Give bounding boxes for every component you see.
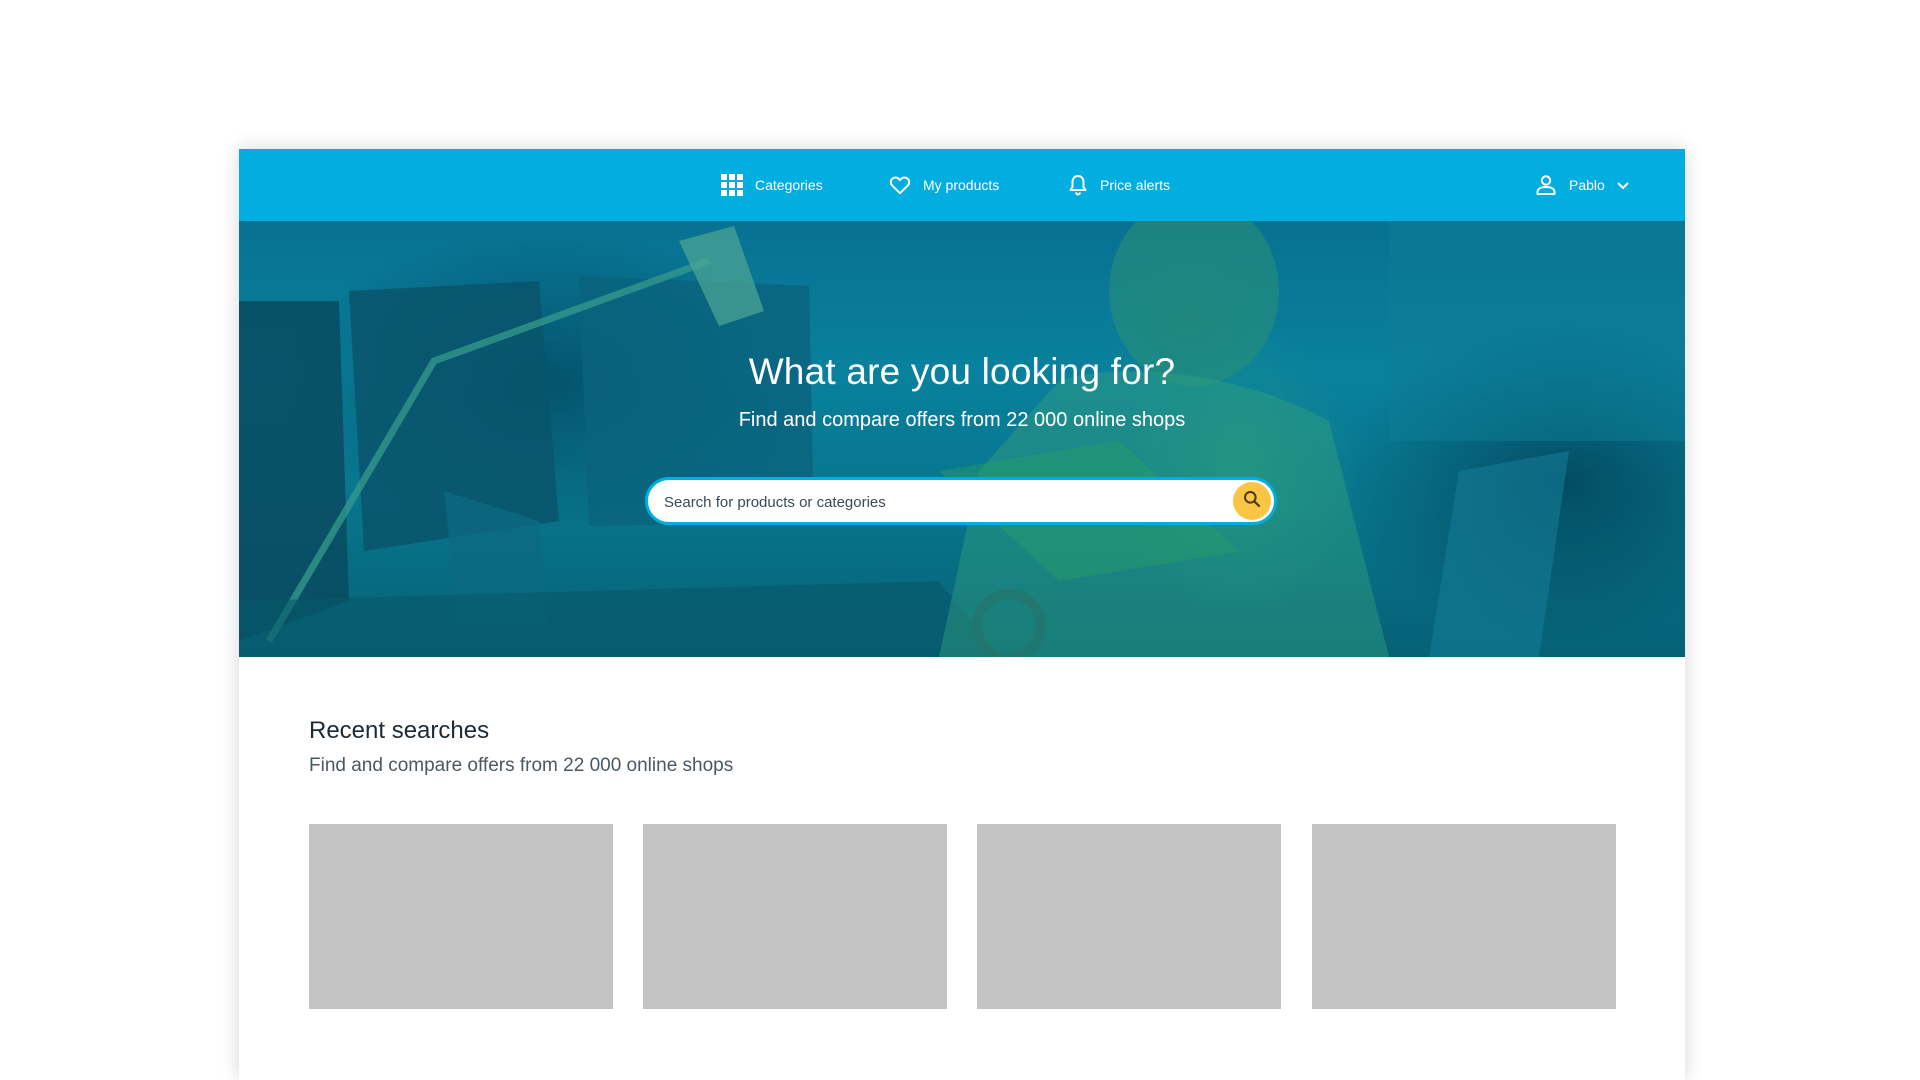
user-name: Pablo bbox=[1569, 177, 1605, 193]
recent-searches-title: Recent searches bbox=[309, 717, 490, 744]
search-icon bbox=[1243, 490, 1261, 513]
top-navbar: Categories My products Price alerts Pabl… bbox=[239, 149, 1685, 221]
hero-title: What are you looking for? bbox=[748, 351, 1176, 392]
recent-search-card[interactable] bbox=[977, 824, 1281, 1009]
user-menu[interactable]: Pablo bbox=[1535, 149, 1629, 221]
search-button[interactable] bbox=[1233, 482, 1271, 520]
nav-my-products-label: My products bbox=[923, 177, 1000, 193]
recent-search-card[interactable] bbox=[1312, 824, 1616, 1009]
heart-icon bbox=[889, 175, 911, 195]
bell-icon bbox=[1068, 174, 1088, 196]
nav-my-products[interactable]: My products bbox=[889, 149, 999, 221]
nav-price-alerts[interactable]: Price alerts bbox=[1068, 149, 1170, 221]
nav-categories[interactable]: Categories bbox=[721, 149, 823, 221]
hero-banner: What are you looking for? Find and compa… bbox=[239, 221, 1685, 657]
recent-searches-subtitle: Find and compare offers from 22 000 onli… bbox=[309, 755, 734, 776]
hero-subtitle: Find and compare offers from 22 000 onli… bbox=[738, 409, 1186, 431]
chevron-down-icon[interactable] bbox=[1617, 177, 1629, 193]
grid-icon bbox=[721, 174, 743, 196]
user-icon bbox=[1535, 174, 1557, 196]
search-bar bbox=[645, 477, 1277, 525]
page-frame: Categories My products Price alerts Pabl… bbox=[239, 149, 1685, 1080]
hero-background-image bbox=[239, 221, 1685, 657]
nav-price-alerts-label: Price alerts bbox=[1100, 177, 1171, 193]
recent-search-card[interactable] bbox=[643, 824, 947, 1009]
nav-categories-label: Categories bbox=[755, 177, 823, 193]
search-input[interactable] bbox=[662, 480, 1226, 524]
recent-search-card[interactable] bbox=[309, 824, 613, 1009]
